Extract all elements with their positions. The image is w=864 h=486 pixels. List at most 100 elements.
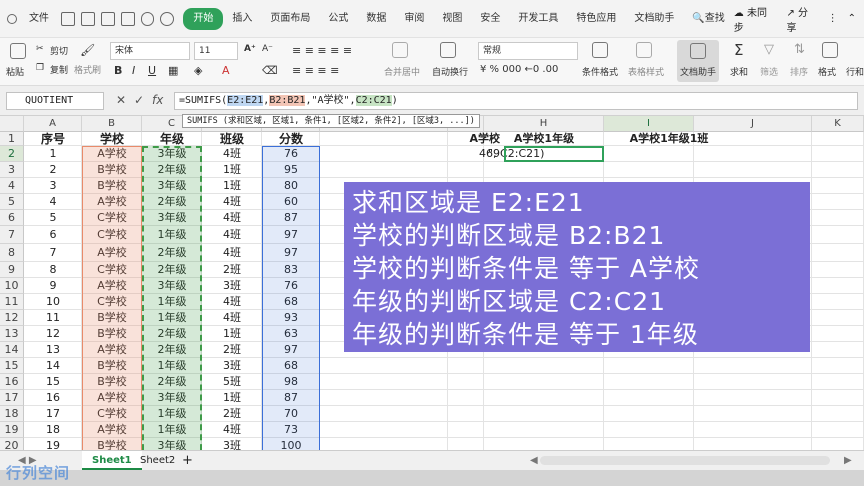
school-cell[interactable]: A学校 [82,194,142,210]
grade-cell[interactable]: 1年级 [142,422,202,438]
share-button[interactable]: ↗ 分享 [786,4,817,34]
doc-helper-button[interactable]: 文档助手 [680,65,716,78]
cut-button[interactable]: 剪切 [50,44,68,57]
score-cell[interactable]: 68 [262,294,320,310]
score-cell[interactable]: 95 [262,162,320,178]
school-cell[interactable]: A学校 [82,422,142,438]
conditional-format-button[interactable]: 条件格式 [582,65,618,78]
seq-cell[interactable]: 9 [24,278,82,294]
cell-i1[interactable]: A学校1年级 [484,132,604,146]
fill-color-icon[interactable]: ◈ [194,64,202,77]
cell-j1[interactable]: A学校1年级1班 [604,132,734,146]
paste-icon[interactable] [10,43,26,59]
filter-icon[interactable]: ▽ [764,42,774,57]
column-header-h[interactable]: H [484,116,604,132]
row-header[interactable]: 12 [0,310,24,326]
seq-cell[interactable]: 14 [24,358,82,374]
seq-cell[interactable]: 19 [24,438,82,450]
row-header[interactable]: 16 [0,374,24,390]
column-header-i[interactable]: I [604,116,694,132]
class-cell[interactable]: 4班 [202,146,262,162]
more-icon[interactable]: ⋮ [828,13,838,24]
school-cell[interactable]: B学校 [82,374,142,390]
grade-cell[interactable]: 3年级 [142,278,202,294]
table-style-icon[interactable] [636,42,652,58]
row-header[interactable]: 10 [0,278,24,294]
sort-icon[interactable]: ⇅ [794,42,805,57]
menu-file[interactable]: 文件 [20,8,58,30]
seq-cell[interactable]: 1 [24,146,82,162]
column-header-j[interactable]: J [694,116,812,132]
tab-view[interactable]: 视图 [433,8,471,30]
formula-input[interactable]: =SUMIFS(E2:E21,B2:B21,"A学校",C2:C21) [174,92,858,110]
rows-cols-button[interactable]: 行和列 [846,65,864,78]
school-cell[interactable]: C学校 [82,226,142,244]
horizontal-scrollbar[interactable] [540,456,830,465]
number-format-icons[interactable]: ¥ % 000 ←0 .00 [480,64,558,75]
school-cell[interactable]: A学校 [82,278,142,294]
row-header[interactable]: 2 [0,146,24,162]
tab-home[interactable]: 开始 [183,7,224,30]
sort-button[interactable]: 排序 [790,65,808,78]
row-header[interactable]: 5 [0,194,24,210]
score-cell[interactable]: 87 [262,390,320,406]
wrap-text-button[interactable]: 自动换行 [432,65,468,78]
row-header[interactable]: 13 [0,326,24,342]
row-header[interactable]: 18 [0,406,24,422]
score-cell[interactable]: 60 [262,194,320,210]
score-cell[interactable]: 70 [262,406,320,422]
row-header[interactable]: 3 [0,162,24,178]
grade-cell[interactable]: 3年级 [142,146,202,162]
class-cell[interactable]: 3班 [202,278,262,294]
font-name-select[interactable]: 宋体 [110,42,190,60]
clear-icon[interactable]: ⌫ [262,64,278,77]
increase-font-icon[interactable]: A⁺ [244,44,256,54]
decrease-font-icon[interactable]: A⁻ [262,44,273,54]
grade-cell[interactable]: 1年级 [142,406,202,422]
align-icons-2[interactable]: ≡ ≡ ≡ ≡ [292,64,339,77]
seq-cell[interactable]: 13 [24,342,82,358]
underline-icon[interactable]: U [148,64,156,77]
column-header-k[interactable]: K [812,116,864,132]
score-cell[interactable]: 93 [262,310,320,326]
tab-page-layout[interactable]: 页面布局 [261,8,319,30]
class-cell[interactable]: 2班 [202,342,262,358]
open-icon[interactable] [80,11,95,26]
print-icon[interactable] [100,11,115,26]
undo-icon[interactable] [140,11,155,26]
seq-cell[interactable]: 17 [24,406,82,422]
row-header[interactable]: 15 [0,358,24,374]
school-cell[interactable]: B学校 [82,438,142,450]
format-painter-button[interactable]: 格式刷 [74,63,101,76]
class-cell[interactable]: 3班 [202,358,262,374]
cut-icon[interactable]: ✂ [36,44,44,54]
sync-status[interactable]: ☁ 未同步 [734,4,777,34]
score-cell[interactable]: 97 [262,244,320,262]
score-cell[interactable]: 76 [262,278,320,294]
grade-cell[interactable]: 2年级 [142,342,202,358]
search-button[interactable]: 🔍查找 [683,8,733,30]
sum-icon[interactable]: Σ [734,41,743,59]
redo-icon[interactable] [160,11,175,26]
tab-features[interactable]: 特色应用 [567,8,625,30]
format-button[interactable]: 格式 [818,65,836,78]
seq-cell[interactable]: 5 [24,210,82,226]
grade-cell[interactable]: 1年级 [142,294,202,310]
seq-cell[interactable]: 3 [24,178,82,194]
fx-icon[interactable]: fx [152,93,163,107]
align-icons[interactable]: ≡ ≡ ≡ ≡ ≡ [292,44,352,57]
paste-button[interactable]: 粘贴 [6,65,24,78]
font-color-icon[interactable]: A [222,64,230,77]
tab-data[interactable]: 数据 [357,8,395,30]
confirm-icon[interactable]: ✓ [134,93,144,107]
grade-cell[interactable]: 1年级 [142,226,202,244]
doc-helper-icon[interactable] [690,43,706,59]
school-cell[interactable]: B学校 [82,326,142,342]
score-cell[interactable]: 100 [262,438,320,450]
class-cell[interactable]: 4班 [202,310,262,326]
name-box[interactable]: QUOTIENT [6,92,104,110]
sum-button[interactable]: 求和 [730,65,748,78]
seq-cell[interactable]: 16 [24,390,82,406]
score-cell[interactable]: 80 [262,178,320,194]
border-icon[interactable]: ▦ [168,64,178,77]
